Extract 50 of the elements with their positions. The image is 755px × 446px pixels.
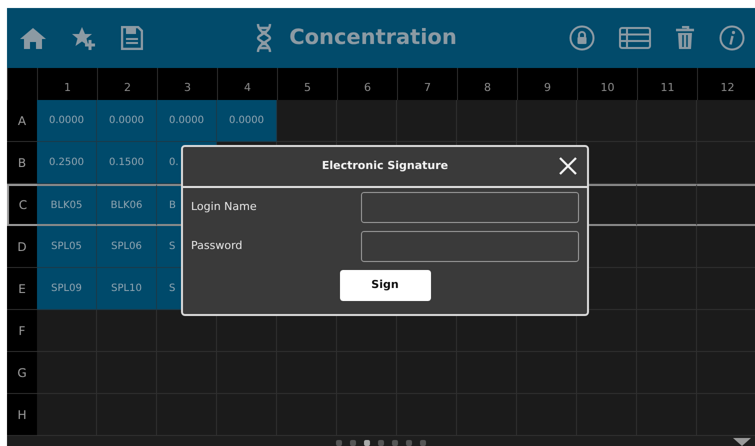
row-header[interactable]: B — [7, 142, 37, 184]
row-header[interactable]: F — [7, 310, 37, 352]
info-icon[interactable] — [719, 25, 745, 51]
well-cell[interactable]: 0.2500 — [37, 142, 97, 184]
well-cell[interactable]: SPL09 — [37, 268, 97, 310]
well-cell[interactable]: 0.0000 — [37, 100, 97, 142]
list-icon[interactable] — [619, 27, 651, 49]
scroll-arrow-icon[interactable] — [733, 438, 751, 446]
column-header: 12 — [697, 68, 755, 100]
home-icon[interactable] — [19, 26, 47, 50]
row-header[interactable]: C — [7, 184, 37, 226]
well-cell[interactable]: BLK05 — [37, 184, 97, 226]
column-header: 4 — [217, 68, 277, 100]
well-cell[interactable]: 0.0000 — [217, 100, 277, 142]
row-header[interactable]: G — [7, 352, 37, 394]
lock-icon[interactable] — [569, 25, 595, 51]
trash-icon[interactable] — [675, 26, 695, 50]
row-header[interactable]: E — [7, 268, 37, 310]
well-cell[interactable]: 0.0000 — [157, 100, 217, 142]
column-header: 1 — [37, 68, 97, 100]
input-field[interactable] — [361, 192, 579, 223]
star-plus-icon[interactable] — [71, 26, 97, 50]
save-icon[interactable] — [121, 26, 143, 50]
column-header: 5 — [277, 68, 337, 100]
column-header: 9 — [517, 68, 577, 100]
field-label: Login Name — [191, 199, 258, 216]
column-header: 2 — [97, 68, 157, 100]
column-header: 6 — [337, 68, 397, 100]
column-header: 11 — [637, 68, 697, 100]
well-cell[interactable]: 0.0000 — [97, 100, 157, 142]
well-cell[interactable]: SPL10 — [97, 268, 157, 310]
column-header: 8 — [457, 68, 517, 100]
row-header[interactable]: D — [7, 226, 37, 268]
column-header: 3 — [157, 68, 217, 100]
field-label: Password — [191, 238, 244, 254]
row-header[interactable]: H — [7, 394, 37, 436]
well-cell[interactable]: SPL05 — [37, 226, 97, 268]
input-field[interactable] — [361, 231, 579, 262]
column-header: 7 — [397, 68, 457, 100]
dialog-title: Electronic Signature — [322, 158, 448, 174]
dna-icon — [255, 23, 274, 53]
close-button[interactable] — [559, 157, 577, 175]
well-cell[interactable]: BLK06 — [97, 184, 157, 226]
sign-button[interactable]: Sign — [340, 270, 430, 301]
row-header[interactable]: A — [7, 100, 37, 142]
column-header: 10 — [577, 68, 637, 100]
well-cell[interactable]: SPL06 — [97, 226, 157, 268]
screen-title: Concentration — [289, 24, 457, 52]
well-cell[interactable]: 0.1500 — [97, 142, 157, 184]
grid-corner — [7, 68, 37, 100]
